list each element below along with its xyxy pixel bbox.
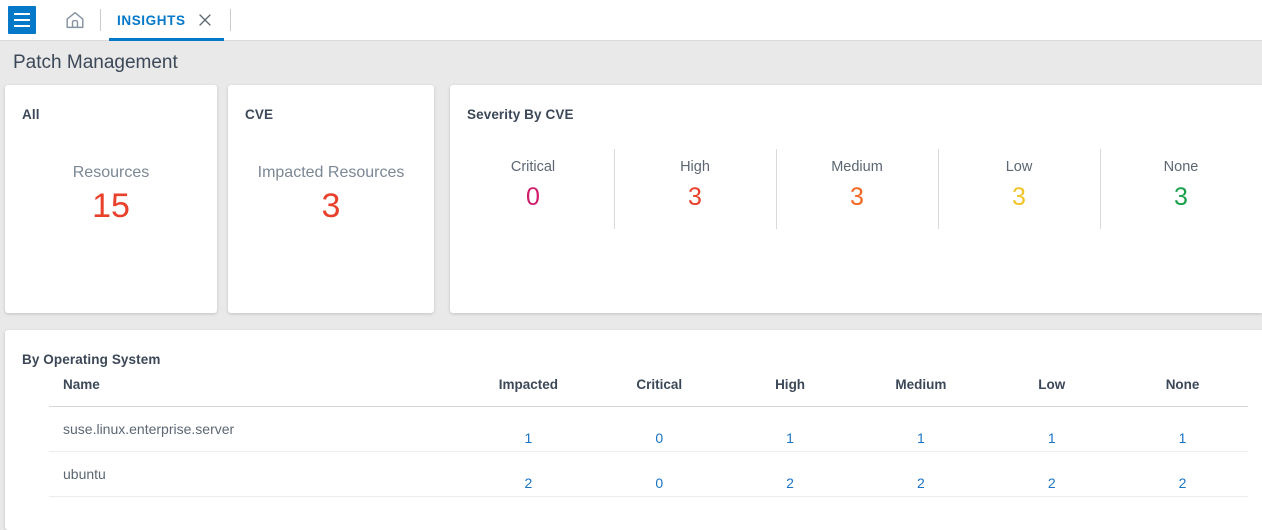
card-severity-by-cve: Severity By CVE Critical 0 High 3 Medium 3 Low…	[450, 85, 1262, 313]
os-none-link[interactable]: 2	[1179, 475, 1187, 491]
os-none-cell: 2	[1117, 451, 1248, 497]
os-impacted-link[interactable]: 2	[525, 475, 533, 491]
os-table-col-critical: Critical	[593, 367, 725, 407]
card-cve-kpi-label: Impacted Resources	[257, 164, 405, 181]
summary-cards-row: All Resources 15 CVE Impacted Resources …	[0, 85, 1262, 313]
os-name-cell: ubuntu	[49, 451, 463, 497]
os-low-link[interactable]: 2	[1048, 475, 1056, 491]
severity-label: Critical	[510, 159, 556, 175]
os-table-col-low: Low	[986, 367, 1118, 407]
severity-columns: Critical 0 High 3 Medium 3 Low 3 None 3	[450, 149, 1262, 229]
os-table-header-row: Name Impacted Critical High Medium Low None	[49, 367, 1248, 407]
table-row: suse.linux.enterprise.server 1 0 1 1 1 1	[49, 406, 1248, 452]
severity-column-low: Low 3	[938, 149, 1100, 229]
tab-insights-label: INSIGHTS	[117, 12, 186, 28]
os-high-cell: 1	[724, 406, 856, 452]
os-table-col-name: Name	[49, 367, 463, 407]
os-impacted-cell: 1	[463, 406, 594, 452]
os-low-cell: 2	[986, 451, 1118, 497]
os-impacted-cell: 2	[463, 451, 594, 497]
card-all-title: All	[22, 107, 40, 122]
os-table-col-high: High	[724, 367, 856, 407]
card-all-kpi-value: 15	[92, 187, 130, 225]
os-table-row: By Operating System Name Impacted Critical…	[0, 313, 1262, 530]
severity-value: 3	[1174, 183, 1188, 211]
os-medium-cell: 2	[855, 451, 987, 497]
severity-value: 0	[526, 183, 540, 211]
os-none-cell: 1	[1117, 406, 1248, 452]
os-high-link[interactable]: 2	[786, 475, 794, 491]
os-high-cell: 2	[724, 451, 856, 497]
card-all: All Resources 15	[5, 85, 217, 313]
severity-column-medium: Medium 3	[776, 149, 938, 229]
divider	[100, 9, 101, 31]
severity-value: 3	[688, 183, 702, 211]
os-table-title: By Operating System	[22, 352, 161, 367]
os-low-cell: 1	[986, 406, 1118, 452]
page-title: Patch Management	[13, 52, 178, 73]
hamburger-bar	[14, 25, 30, 27]
severity-value: 3	[850, 183, 864, 211]
os-low-link[interactable]: 1	[1048, 430, 1056, 446]
card-cve-kpi-value: 3	[321, 187, 341, 225]
os-critical-link[interactable]: 0	[655, 430, 663, 446]
card-all-kpi: Resources 15	[5, 164, 217, 228]
os-table-col-none: None	[1117, 367, 1248, 407]
severity-label: Medium	[831, 159, 883, 175]
card-cve-title: CVE	[245, 107, 274, 122]
os-critical-cell: 0	[593, 406, 725, 452]
os-impacted-link[interactable]: 1	[525, 430, 533, 446]
severity-column-none: None 3	[1100, 149, 1262, 229]
table-row: ubuntu 2 0 2 2 2 2	[49, 451, 1248, 497]
severity-label: High	[680, 159, 710, 175]
hamburger-menu-icon[interactable]	[8, 6, 36, 34]
page-title-bar: Patch Management	[0, 41, 1262, 85]
severity-column-critical: Critical 0	[452, 149, 614, 229]
card-cve-kpi: Impacted Resources 3	[228, 164, 434, 228]
os-critical-cell: 0	[593, 451, 725, 497]
os-table-wrap: Name Impacted Critical High Medium Low None su…	[5, 367, 1262, 497]
os-medium-link[interactable]: 2	[917, 475, 925, 491]
hamburger-bar	[14, 19, 30, 21]
severity-value: 3	[1012, 183, 1026, 211]
os-name-cell: suse.linux.enterprise.server	[49, 406, 463, 452]
os-medium-link[interactable]: 1	[917, 430, 925, 446]
close-icon[interactable]	[198, 13, 212, 27]
os-table-col-impacted: Impacted	[463, 367, 594, 407]
tab-insights[interactable]: INSIGHTS	[109, 0, 224, 41]
os-medium-cell: 1	[855, 406, 987, 452]
top-bar: INSIGHTS	[0, 0, 1262, 41]
divider	[229, 9, 231, 31]
severity-label: None	[1163, 159, 1199, 175]
os-table: Name Impacted Critical High Medium Low None su…	[49, 367, 1248, 497]
home-icon[interactable]	[64, 9, 86, 31]
severity-column-high: High 3	[614, 149, 776, 229]
os-none-link[interactable]: 1	[1179, 430, 1187, 446]
card-cve: CVE Impacted Resources 3	[228, 85, 434, 313]
severity-label: Low	[1005, 159, 1033, 175]
card-all-kpi-label: Resources	[72, 164, 150, 181]
os-table-head: Name Impacted Critical High Medium Low None	[49, 367, 1248, 407]
os-table-body: suse.linux.enterprise.server 1 0 1 1 1 1 ubuntu…	[49, 406, 1248, 497]
os-table-col-medium: Medium	[855, 367, 987, 407]
os-critical-link[interactable]: 0	[655, 475, 663, 491]
card-severity-title: Severity By CVE	[467, 107, 574, 122]
tab-active-indicator	[109, 37, 224, 41]
card-by-operating-system: By Operating System Name Impacted Critical…	[5, 330, 1262, 530]
os-high-link[interactable]: 1	[786, 430, 794, 446]
hamburger-bar	[14, 13, 30, 15]
